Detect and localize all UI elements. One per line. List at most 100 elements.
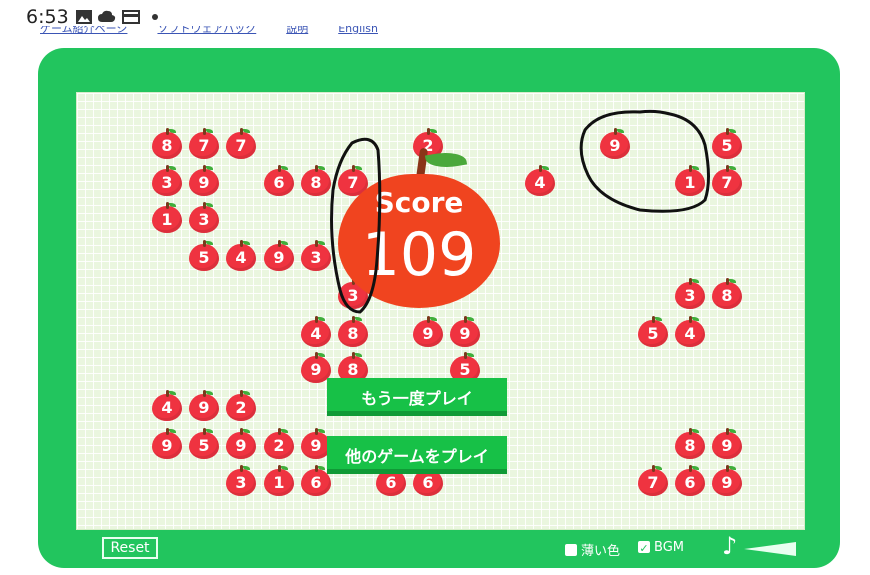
apple-number: 6	[422, 473, 434, 492]
apple-leaf	[430, 317, 437, 321]
apple-tile[interactable]: 9	[600, 128, 630, 160]
apple-tile[interactable]: 1	[152, 202, 182, 234]
apple-tile[interactable]: 4	[525, 165, 555, 197]
apple-number: 4	[235, 248, 247, 267]
apple-tile[interactable]: 9	[413, 316, 443, 348]
apple-tile[interactable]: 5	[189, 240, 219, 272]
apple-leaf	[169, 391, 176, 395]
reset-button[interactable]: Reset	[102, 537, 158, 559]
apple-tile[interactable]: 3	[152, 165, 182, 197]
apple-number: 6	[385, 473, 397, 492]
apple-number: 9	[235, 436, 247, 455]
apple-tile[interactable]: 1	[264, 465, 294, 497]
apple-tile[interactable]: 8	[675, 428, 705, 460]
apple-tile[interactable]: 4	[152, 390, 182, 422]
apple-tile[interactable]: 9	[450, 316, 480, 348]
apple-leaf	[206, 166, 213, 170]
apple-tile[interactable]: 3	[675, 278, 705, 310]
apple-number: 6	[684, 473, 696, 492]
apple-tile[interactable]: 9	[189, 165, 219, 197]
card-icon	[122, 10, 140, 24]
apple-tile[interactable]: 1	[675, 165, 705, 197]
apple-tile[interactable]: 9	[189, 390, 219, 422]
apple-leaf	[729, 466, 736, 470]
apple-tile[interactable]: 4	[226, 240, 256, 272]
apple-tile[interactable]: 9	[264, 240, 294, 272]
apple-tile[interactable]: 6	[675, 465, 705, 497]
apple-tile[interactable]: 9	[152, 428, 182, 460]
apple-number: 8	[310, 173, 322, 192]
apple-leaf	[318, 429, 325, 433]
apple-number: 8	[161, 136, 173, 155]
light-color-option[interactable]: 薄い色	[565, 540, 620, 559]
score-label: Score	[374, 186, 464, 219]
other-games-button[interactable]: 他のゲームをプレイ	[327, 436, 507, 474]
apple-tile[interactable]: 4	[675, 316, 705, 348]
light-color-checkbox[interactable]	[565, 544, 577, 556]
apple-tile[interactable]: 9	[712, 465, 742, 497]
apple-leaf	[169, 429, 176, 433]
apple-tile[interactable]: 8	[301, 165, 331, 197]
link-intro[interactable]: ゲーム紹介ページ	[40, 26, 127, 36]
dot-icon	[152, 14, 158, 20]
apple-tile[interactable]: 3	[189, 202, 219, 234]
score-value: 109	[361, 220, 477, 290]
apple-tile[interactable]: 2	[264, 428, 294, 460]
apple-number: 7	[647, 473, 659, 492]
apple-number: 3	[684, 286, 696, 305]
apple-number: 9	[721, 473, 733, 492]
apple-leaf	[169, 203, 176, 207]
apple-tile[interactable]: 7	[638, 465, 668, 497]
apple-tile[interactable]: 5	[189, 428, 219, 460]
apple-number: 8	[684, 436, 696, 455]
apple-tile[interactable]: 5	[638, 316, 668, 348]
apple-tile[interactable]: 8	[152, 128, 182, 160]
apple-leaf	[206, 203, 213, 207]
apple-leaf	[281, 166, 288, 170]
apple-leaf	[318, 317, 325, 321]
apple-number: 3	[235, 473, 247, 492]
apple-number: 3	[161, 173, 173, 192]
apple-tile[interactable]: 7	[712, 165, 742, 197]
apple-number: 1	[161, 210, 173, 229]
apple-leaf	[729, 166, 736, 170]
apple-number: 1	[273, 473, 285, 492]
bgm-option[interactable]: ✓ BGM	[638, 540, 684, 555]
apple-leaf	[281, 429, 288, 433]
link-pack[interactable]: ソフトウェアパック	[157, 26, 256, 36]
image-icon	[76, 10, 92, 24]
apple-tile[interactable]: 4	[301, 316, 331, 348]
apple-leaf	[206, 241, 213, 245]
link-english[interactable]: English	[338, 26, 378, 35]
link-help[interactable]: 説明	[286, 26, 308, 36]
apple-tile[interactable]: 7	[226, 128, 256, 160]
apple-leaf	[430, 129, 437, 133]
apple-number: 6	[310, 473, 322, 492]
apple-tile[interactable]: 6	[264, 165, 294, 197]
apple-tile[interactable]: 3	[301, 240, 331, 272]
apple-number: 7	[235, 136, 247, 155]
apple-leaf	[655, 317, 662, 321]
apple-tile[interactable]: 2	[226, 390, 256, 422]
volume-slider[interactable]	[744, 542, 796, 556]
bgm-checkbox[interactable]: ✓	[638, 541, 650, 555]
apple-leaf	[467, 317, 474, 321]
apple-tile[interactable]: 7	[189, 128, 219, 160]
apple-number: 9	[198, 398, 210, 417]
apple-tile[interactable]: 5	[712, 128, 742, 160]
apple-leaf	[424, 148, 468, 172]
apple-leaf	[206, 429, 213, 433]
play-again-button[interactable]: もう一度プレイ	[327, 378, 507, 416]
apple-tile[interactable]: 3	[226, 465, 256, 497]
apple-leaf	[243, 429, 250, 433]
apple-number: 4	[534, 173, 546, 192]
check-icon: ✓	[639, 542, 649, 555]
apple-number: 3	[198, 210, 210, 229]
apple-tile[interactable]: 8	[712, 278, 742, 310]
apple-tile[interactable]: 8	[338, 316, 368, 348]
apple-leaf	[243, 241, 250, 245]
apple-tile[interactable]: 9	[712, 428, 742, 460]
apple-tile[interactable]: 9	[226, 428, 256, 460]
score-apple: Score 109	[338, 147, 500, 308]
apple-leaf	[692, 429, 699, 433]
